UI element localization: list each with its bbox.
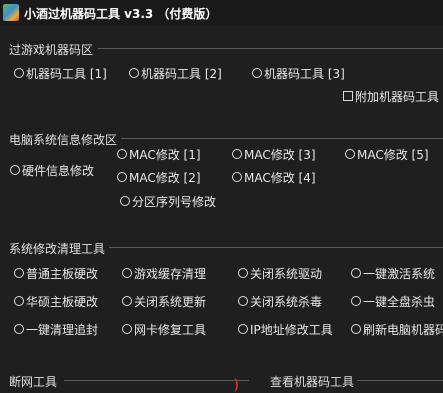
option-label: MAC修改 [1] (129, 147, 201, 162)
option-label: 机器码工具 [2] (141, 66, 222, 81)
option-label: 机器码工具 [3] (264, 66, 345, 81)
checkbox-square-icon (343, 91, 353, 101)
mac-modify-1-radio[interactable]: MAC修改 [1] (117, 146, 201, 162)
radio-circle-icon (14, 68, 24, 78)
full-disk-scan-radio[interactable]: 一键全盘杀虫 (351, 293, 435, 309)
extra-machine-code-checkbox[interactable]: 附加机器码工具 (343, 88, 439, 104)
hardware-info-radio[interactable]: 硬件信息修改 (10, 162, 94, 178)
game-section-title: 过游戏机器码区 (9, 43, 94, 57)
ip-address-modify-radio[interactable]: IP地址修改工具 (238, 321, 333, 337)
radio-circle-icon (351, 268, 361, 278)
radio-circle-icon (14, 296, 24, 306)
asus-board-mod-radio[interactable]: 华硕主板硬改 (14, 293, 98, 309)
radio-circle-icon (232, 149, 242, 159)
radio-circle-icon (14, 268, 24, 278)
radio-circle-icon (10, 165, 20, 175)
machine-code-tool-3-radio[interactable]: 机器码工具 [3] (252, 65, 345, 81)
radio-circle-icon (122, 268, 132, 278)
option-label: MAC修改 [4] (244, 170, 316, 185)
option-label: 硬件信息修改 (22, 163, 95, 178)
mac-modify-3-radio[interactable]: MAC修改 [3] (232, 146, 316, 162)
network-cut-divider (64, 380, 249, 381)
radio-circle-icon (129, 68, 139, 78)
disable-system-update-radio[interactable]: 关闭系统更新 (122, 293, 206, 309)
title-bar[interactable]: 小酒过机器码工具 v3.3 （付费版） (0, 0, 443, 26)
tools-section-title: 系统修改清理工具 (9, 242, 106, 256)
app-icon (3, 4, 19, 21)
option-label: 一键激活系统 (363, 266, 436, 281)
option-label: 刷新电脑机器码 (363, 322, 443, 337)
option-label: MAC修改 [3] (244, 147, 316, 162)
radio-circle-icon (351, 296, 361, 306)
option-label: MAC修改 [2] (129, 170, 201, 185)
normal-board-mod-radio[interactable]: 普通主板硬改 (14, 265, 98, 281)
option-label: 普通主板硬改 (26, 266, 99, 281)
option-label: 关闭系统更新 (134, 294, 207, 309)
radio-circle-icon (345, 149, 355, 159)
radio-circle-icon (14, 324, 24, 334)
option-label: 附加机器码工具 (355, 89, 440, 104)
option-label: 一键全盘杀虫 (363, 294, 436, 309)
radio-circle-icon (117, 149, 127, 159)
radio-circle-icon (351, 324, 361, 334)
option-label: 关闭系统杀毒 (250, 294, 323, 309)
activate-system-radio[interactable]: 一键激活系统 (351, 265, 435, 281)
partition-serial-radio[interactable]: 分区序列号修改 (120, 193, 216, 209)
view-machine-code-section-title: 查看机器码工具 (270, 375, 355, 389)
view-machine-code-divider (357, 380, 443, 381)
radio-circle-icon (238, 268, 248, 278)
window-title: 小酒过机器码工具 v3.3 （付费版） (24, 7, 218, 21)
mac-modify-4-radio[interactable]: MAC修改 [4] (232, 169, 316, 185)
network-cut-section-title: 断网工具 (9, 375, 58, 389)
game-section-divider (98, 48, 443, 49)
nic-repair-radio[interactable]: 网卡修复工具 (122, 321, 206, 337)
option-label: IP地址修改工具 (250, 322, 333, 337)
option-label: 游戏缓存清理 (134, 266, 207, 281)
option-label: 华硕主板硬改 (26, 294, 99, 309)
radio-circle-icon (120, 196, 130, 206)
option-label: 分区序列号修改 (132, 194, 217, 209)
option-label: MAC修改 [5] (357, 147, 429, 162)
disable-antivirus-radio[interactable]: 关闭系统杀毒 (238, 293, 322, 309)
radio-circle-icon (238, 324, 248, 334)
radio-circle-icon (238, 296, 248, 306)
option-label: 网卡修复工具 (134, 322, 207, 337)
tools-section-divider (109, 247, 443, 248)
mac-modify-2-radio[interactable]: MAC修改 [2] (117, 169, 201, 185)
radio-circle-icon (122, 324, 132, 334)
disable-system-driver-radio[interactable]: 关闭系统驱动 (238, 265, 322, 281)
mac-modify-5-radio[interactable]: MAC修改 [5] (345, 146, 429, 162)
red-mark (230, 378, 238, 392)
radio-circle-icon (117, 172, 127, 182)
pc-section-divider (121, 138, 443, 139)
machine-code-tool-2-radio[interactable]: 机器码工具 [2] (129, 65, 222, 81)
clean-ban-trace-radio[interactable]: 一键清理追封 (14, 321, 98, 337)
game-cache-clean-radio[interactable]: 游戏缓存清理 (122, 265, 206, 281)
option-label: 关闭系统驱动 (250, 266, 323, 281)
option-label: 一键清理追封 (26, 322, 99, 337)
machine-code-tool-1-radio[interactable]: 机器码工具 [1] (14, 65, 107, 81)
option-label: 机器码工具 [1] (26, 66, 107, 81)
pc-section-title: 电脑系统信息修改区 (9, 133, 118, 147)
radio-circle-icon (122, 296, 132, 306)
radio-circle-icon (232, 172, 242, 182)
refresh-machine-code-radio[interactable]: 刷新电脑机器码 (351, 321, 443, 337)
radio-circle-icon (252, 68, 262, 78)
